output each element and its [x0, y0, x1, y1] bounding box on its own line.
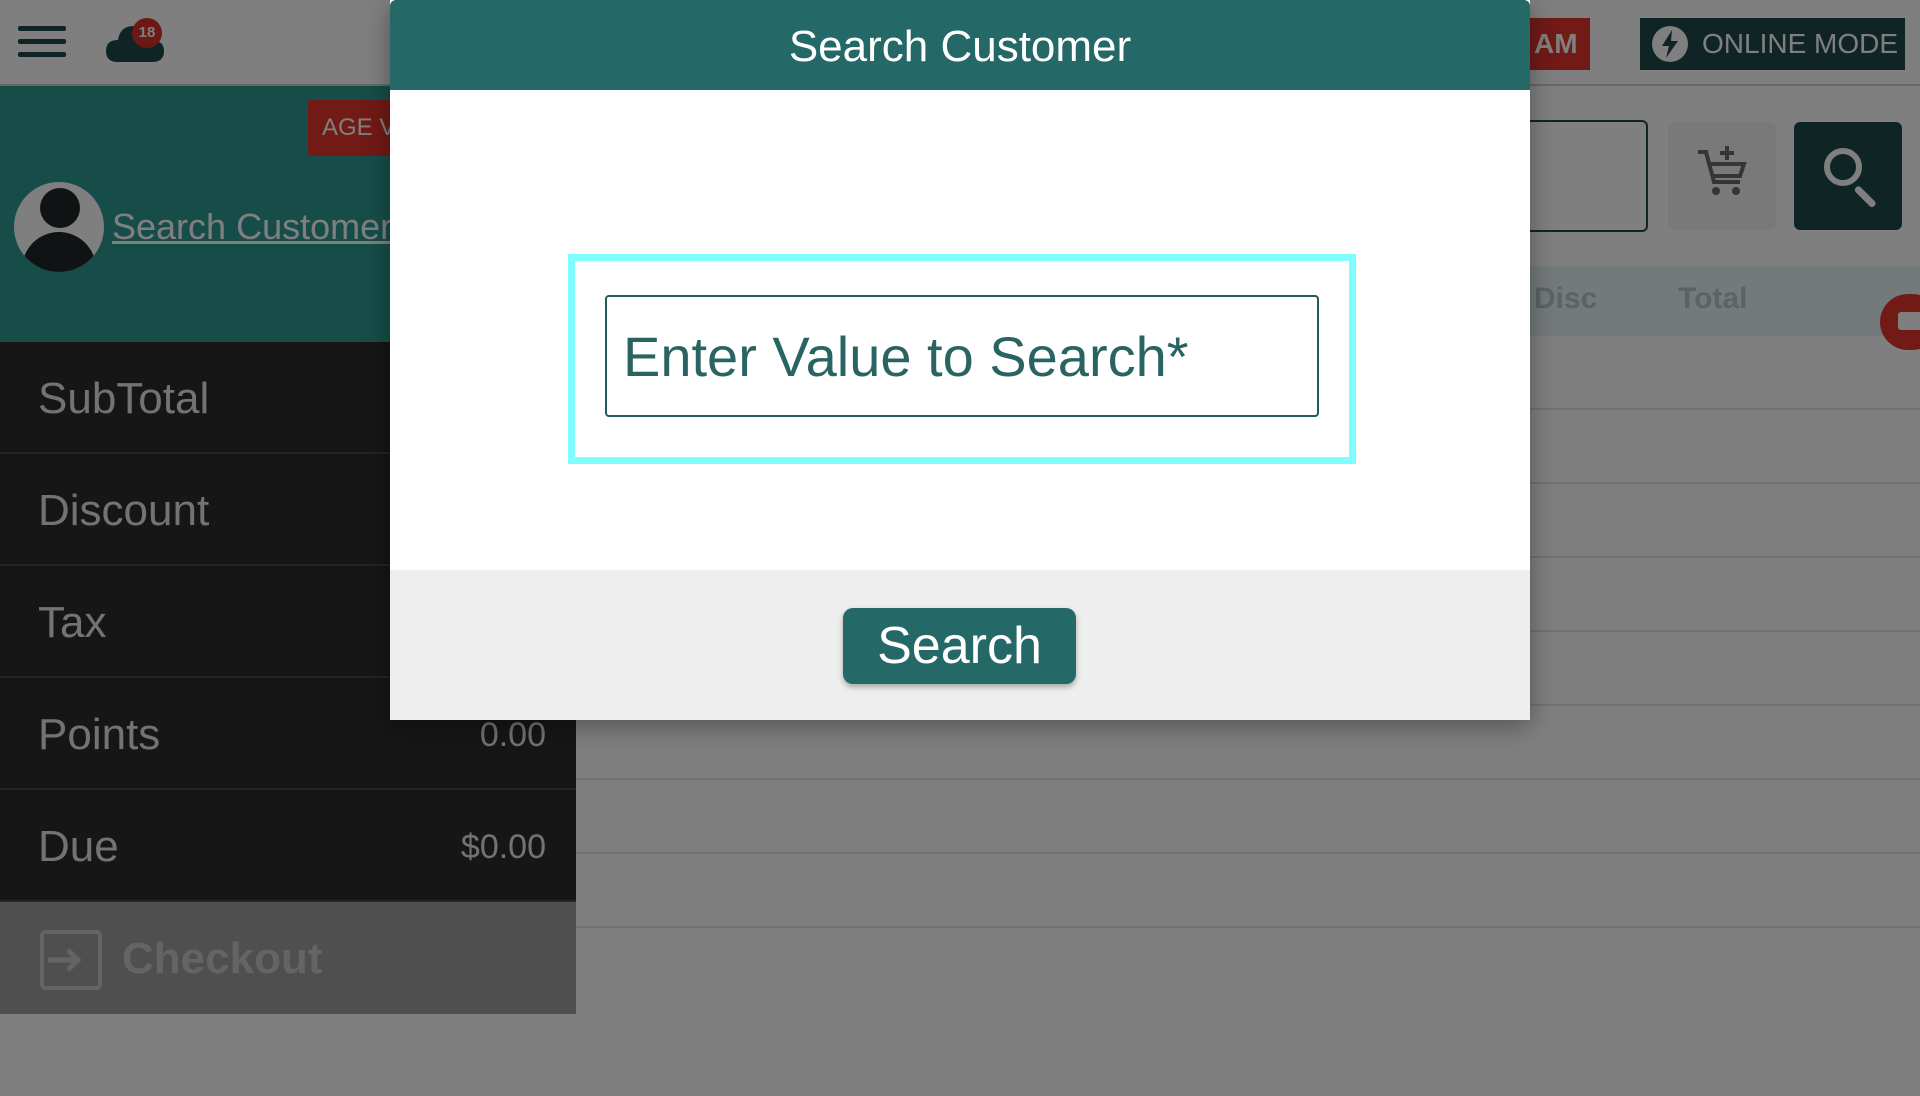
dialog-header: Search Customer: [390, 0, 1530, 90]
dialog-title: Search Customer: [788, 22, 1132, 71]
search-customer-dialog: Search Customer Search: [390, 0, 1530, 720]
search-input-focus-ring: [568, 254, 1356, 464]
dialog-footer: Search: [390, 570, 1530, 720]
dialog-body: [390, 90, 1530, 570]
customer-search-input[interactable]: [605, 295, 1319, 417]
search-button[interactable]: Search: [843, 608, 1076, 684]
